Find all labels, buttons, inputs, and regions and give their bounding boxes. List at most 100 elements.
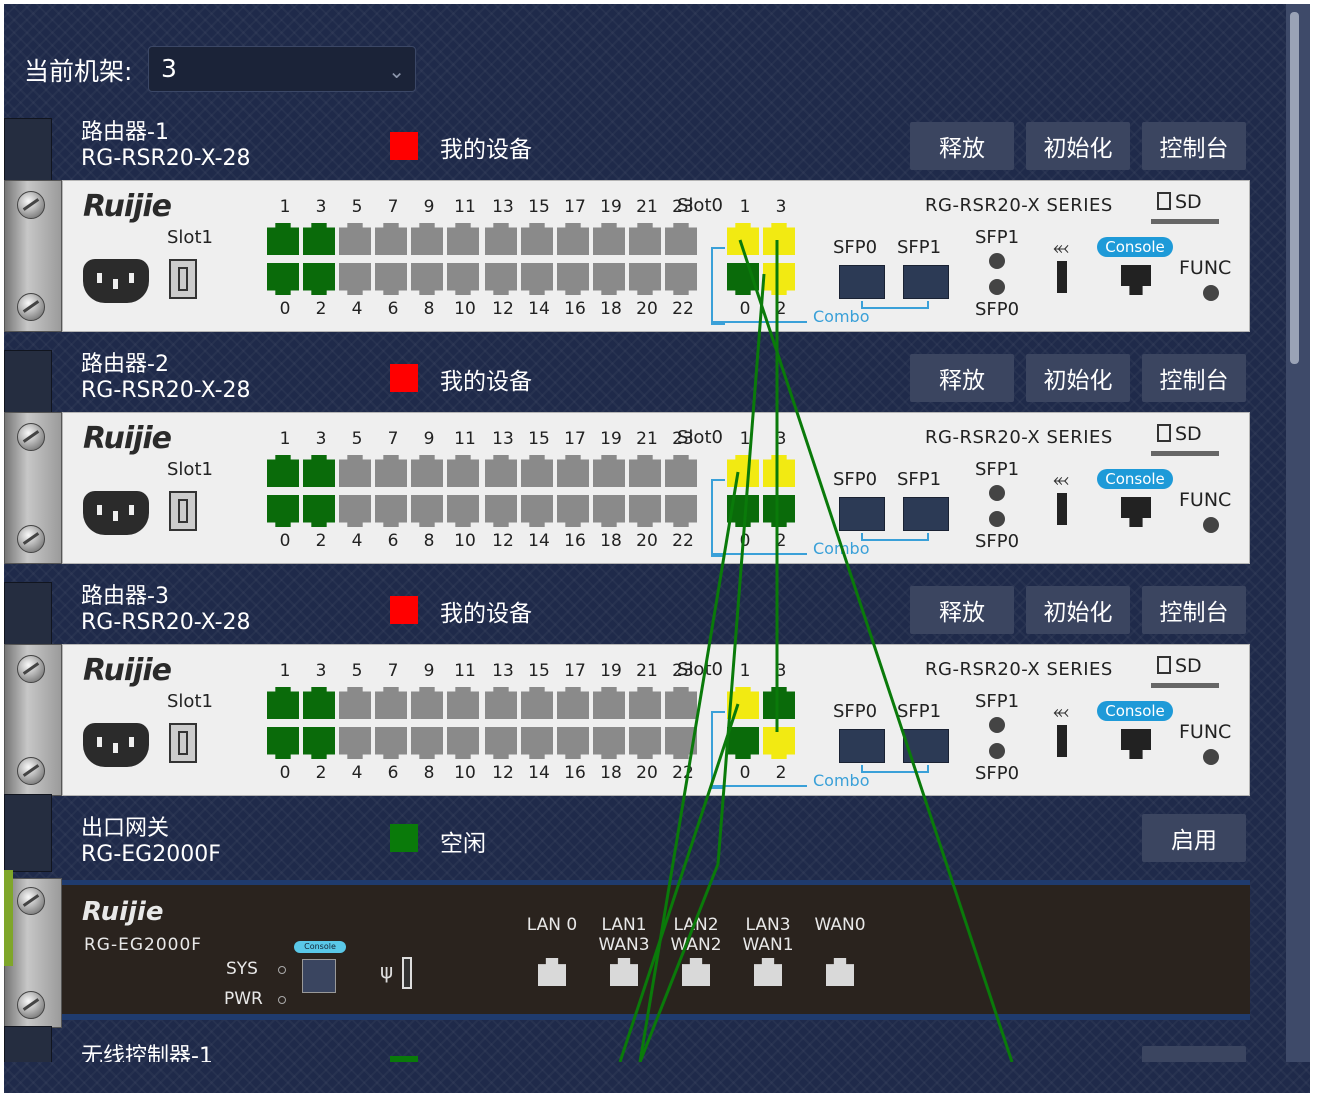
ethernet-port[interactable] (411, 455, 443, 487)
slot0-port[interactable] (727, 727, 759, 759)
slot0-port[interactable] (763, 263, 795, 295)
slot0-port[interactable] (727, 455, 759, 487)
ethernet-port[interactable] (521, 495, 553, 527)
ethernet-port[interactable] (339, 455, 371, 487)
console-port[interactable] (302, 959, 336, 993)
ethernet-port[interactable] (665, 263, 697, 295)
ethernet-port[interactable] (593, 727, 625, 759)
ethernet-port[interactable] (665, 455, 697, 487)
ethernet-port[interactable] (339, 727, 371, 759)
ethernet-port[interactable] (267, 495, 299, 527)
ethernet-port[interactable] (665, 727, 697, 759)
ethernet-port[interactable] (303, 687, 335, 719)
sd-slot[interactable]: SD (1157, 191, 1202, 213)
release-button[interactable]: 释放 (910, 122, 1014, 170)
ethernet-port[interactable] (485, 263, 517, 295)
usb-port[interactable] (402, 957, 412, 989)
side-handle[interactable] (4, 870, 13, 966)
enable-button[interactable]: 启用 (1142, 814, 1246, 862)
ethernet-port[interactable] (375, 455, 407, 487)
slot0-port[interactable] (763, 495, 795, 527)
ethernet-port[interactable] (485, 687, 517, 719)
ethernet-port[interactable] (267, 687, 299, 719)
ethernet-port[interactable] (557, 495, 589, 527)
gateway-port[interactable] (754, 958, 782, 986)
ethernet-port[interactable] (521, 687, 553, 719)
slot0-port[interactable] (763, 223, 795, 255)
ethernet-port[interactable] (339, 263, 371, 295)
ethernet-port[interactable] (375, 223, 407, 255)
ethernet-port[interactable] (665, 223, 697, 255)
ethernet-port[interactable] (411, 223, 443, 255)
ethernet-port[interactable] (629, 727, 661, 759)
ethernet-port[interactable] (267, 727, 299, 759)
slot0-port[interactable] (727, 223, 759, 255)
ethernet-port[interactable] (521, 263, 553, 295)
ethernet-port[interactable] (485, 727, 517, 759)
sd-slot[interactable]: SD (1157, 423, 1202, 445)
ethernet-port[interactable] (557, 455, 589, 487)
console-button[interactable]: 控制台 (1142, 122, 1246, 170)
ethernet-port[interactable] (629, 455, 661, 487)
sfp-port[interactable] (903, 729, 949, 763)
ethernet-port[interactable] (557, 223, 589, 255)
ethernet-port[interactable] (521, 727, 553, 759)
scrollbar-thumb[interactable] (1290, 12, 1299, 364)
usb-port[interactable] (1057, 493, 1067, 525)
power-switch[interactable] (169, 259, 197, 299)
slot0-port[interactable] (763, 687, 795, 719)
slot0-port[interactable] (727, 495, 759, 527)
ethernet-port[interactable] (375, 263, 407, 295)
initialize-button[interactable]: 初始化 (1026, 354, 1130, 402)
ethernet-port[interactable] (411, 495, 443, 527)
ethernet-port[interactable] (485, 455, 517, 487)
sfp-port[interactable] (903, 265, 949, 299)
ethernet-port[interactable] (303, 263, 335, 295)
usb-port[interactable] (1057, 725, 1067, 757)
sfp-port[interactable] (903, 497, 949, 531)
ethernet-port[interactable] (267, 263, 299, 295)
ethernet-port[interactable] (521, 455, 553, 487)
ethernet-port[interactable] (303, 223, 335, 255)
ethernet-port[interactable] (593, 263, 625, 295)
ethernet-port[interactable] (629, 687, 661, 719)
slot0-port[interactable] (763, 455, 795, 487)
gateway-port[interactable] (682, 958, 710, 986)
usb-port[interactable] (1057, 261, 1067, 293)
power-switch[interactable] (169, 491, 197, 531)
power-switch[interactable] (169, 723, 197, 763)
initialize-button[interactable]: 初始化 (1026, 122, 1130, 170)
ethernet-port[interactable] (593, 687, 625, 719)
ethernet-port[interactable] (303, 495, 335, 527)
ethernet-port[interactable] (665, 495, 697, 527)
release-button[interactable]: 释放 (910, 586, 1014, 634)
ethernet-port[interactable] (447, 727, 479, 759)
ethernet-port[interactable] (447, 263, 479, 295)
initialize-button[interactable]: 初始化 (1026, 586, 1130, 634)
ethernet-port[interactable] (485, 495, 517, 527)
ethernet-port[interactable] (411, 727, 443, 759)
ethernet-port[interactable] (267, 455, 299, 487)
ethernet-port[interactable] (629, 263, 661, 295)
sfp-port[interactable] (839, 265, 885, 299)
slot0-port[interactable] (763, 727, 795, 759)
console-port[interactable] (1121, 497, 1151, 527)
ethernet-port[interactable] (629, 495, 661, 527)
gateway-port[interactable] (826, 958, 854, 986)
ethernet-port[interactable] (665, 687, 697, 719)
ethernet-port[interactable] (339, 687, 371, 719)
ethernet-port[interactable] (267, 223, 299, 255)
ethernet-port[interactable] (375, 727, 407, 759)
ethernet-port[interactable] (485, 223, 517, 255)
slot0-port[interactable] (727, 263, 759, 295)
release-button[interactable]: 释放 (910, 354, 1014, 402)
console-button[interactable]: 控制台 (1142, 586, 1246, 634)
gateway-port[interactable] (610, 958, 638, 986)
sfp-port[interactable] (839, 729, 885, 763)
console-button[interactable]: 控制台 (1142, 354, 1246, 402)
ethernet-port[interactable] (447, 455, 479, 487)
ethernet-port[interactable] (375, 687, 407, 719)
ethernet-port[interactable] (557, 263, 589, 295)
ethernet-port[interactable] (303, 455, 335, 487)
slot0-port[interactable] (727, 687, 759, 719)
